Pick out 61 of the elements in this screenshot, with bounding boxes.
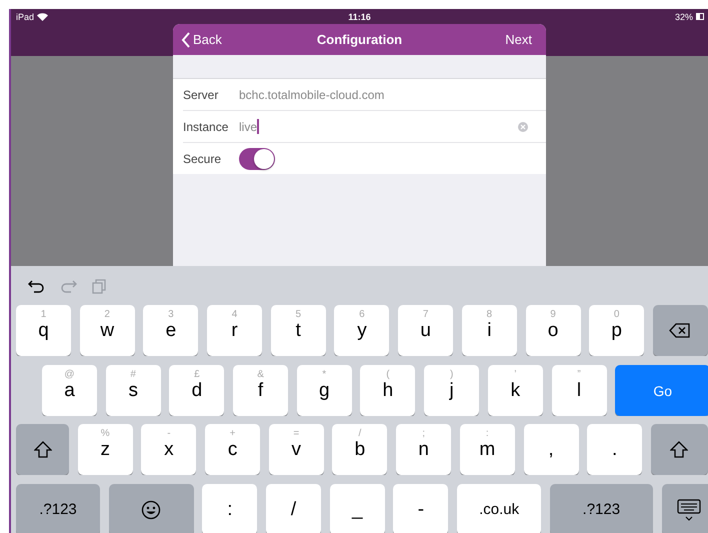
key[interactable]: : (202, 484, 258, 533)
key[interactable]: 2 w (80, 305, 135, 356)
key[interactable]: @ a (42, 365, 97, 416)
key[interactable]: _ (330, 484, 385, 533)
battery-icon (696, 13, 704, 20)
key[interactable]: , (524, 424, 578, 475)
numbers-key[interactable]: .?123 (550, 484, 653, 533)
key[interactable]: = v (268, 424, 324, 475)
battery-percent: 32% (674, 12, 693, 22)
key[interactable]: : m (460, 424, 515, 475)
key[interactable]: # s (106, 365, 161, 416)
key[interactable]: ; n (396, 424, 452, 475)
key[interactable]: 8 i (462, 305, 517, 356)
shift-key[interactable] (16, 424, 69, 475)
key[interactable]: / b (332, 424, 388, 475)
backspace-icon (669, 323, 692, 338)
key[interactable]: 3 e (143, 305, 198, 356)
key[interactable]: . (587, 424, 642, 475)
key[interactable]: / (266, 484, 322, 533)
key[interactable]: 1 q (16, 305, 71, 356)
screen-title: Configuration (316, 32, 402, 47)
key[interactable]: + c (205, 424, 260, 475)
wifi-icon (37, 12, 48, 20)
back-button[interactable]: Back (181, 32, 222, 48)
key[interactable]: ” l (552, 365, 606, 416)
field-label: Secure (183, 152, 222, 166)
emoji-key[interactable] (108, 484, 194, 533)
key[interactable]: & f (233, 365, 288, 416)
shift-key[interactable] (650, 424, 708, 475)
emoji-icon (141, 500, 162, 520)
clock: 11:16 (348, 12, 371, 22)
key[interactable]: 0 p (589, 305, 644, 356)
key[interactable]: £ d (169, 365, 224, 416)
key[interactable]: - x (141, 424, 196, 475)
field-label: Instance (183, 120, 230, 134)
key[interactable]: % z (78, 424, 133, 475)
chevron-left-icon (181, 32, 191, 48)
key[interactable]: 9 o (526, 305, 580, 356)
field-label: Server (183, 88, 220, 102)
secure-toggle[interactable] (239, 148, 275, 170)
key[interactable]: ’ k (488, 365, 543, 416)
next-button[interactable]: Next (505, 32, 532, 47)
key[interactable]: 6 y (334, 305, 390, 356)
keyboard-dismiss-icon (677, 498, 701, 522)
key[interactable]: ) j (424, 365, 480, 416)
dismiss-keyboard-key[interactable] (662, 484, 708, 533)
shift-icon (670, 441, 688, 458)
shift-icon (34, 441, 52, 458)
key[interactable]: 7 u (398, 305, 454, 356)
domain-key[interactable]: .co.uk (457, 484, 542, 533)
key[interactable]: 4 r (207, 305, 262, 356)
device-name: iPad (16, 12, 34, 22)
backspace-key[interactable] (652, 305, 708, 356)
numbers-key[interactable]: .?123 (16, 484, 100, 533)
server-value: bchc.totalmobile-cloud.com (239, 88, 386, 102)
key[interactable]: * g (296, 365, 352, 416)
instance-field[interactable]: live (239, 118, 518, 136)
key[interactable]: ( h (360, 365, 416, 416)
key[interactable]: 5 t (270, 305, 326, 356)
key[interactable]: - (393, 484, 448, 533)
go-key[interactable]: Go (615, 365, 708, 416)
